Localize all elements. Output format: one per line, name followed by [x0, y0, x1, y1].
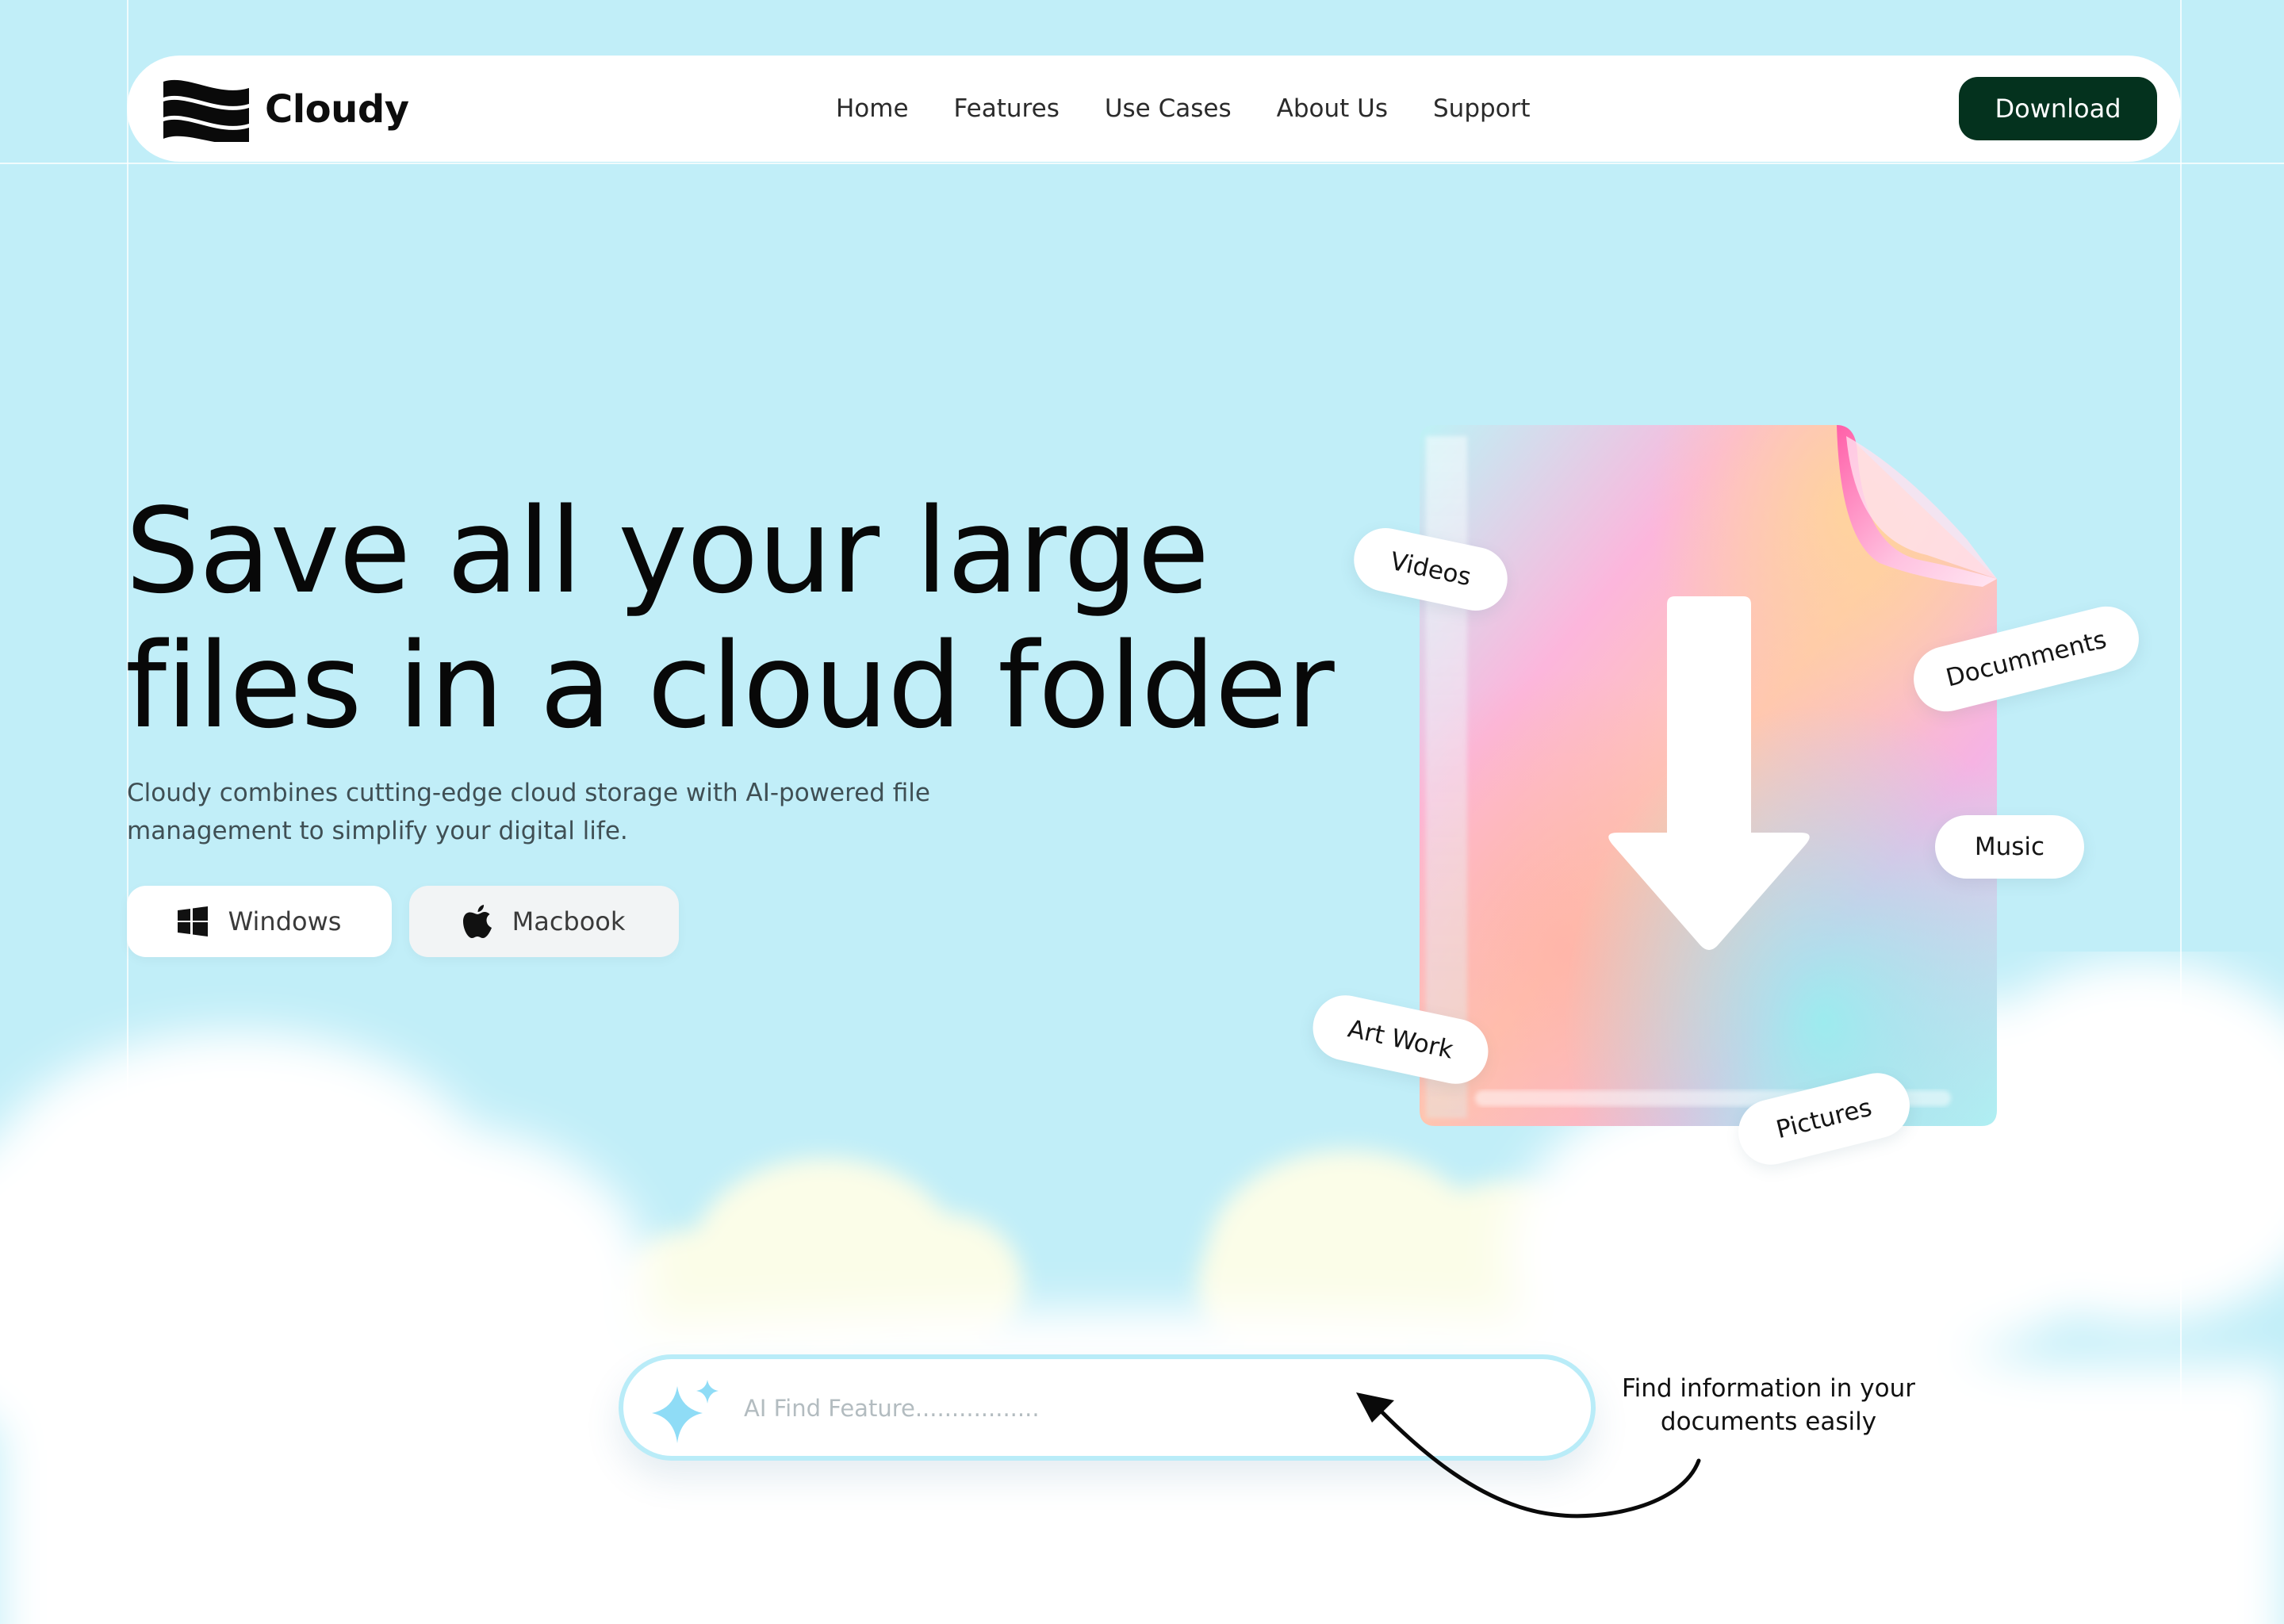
macbook-button-label: Macbook — [512, 906, 626, 936]
windows-button-label: Windows — [228, 906, 342, 936]
nav-link-about-us[interactable]: About Us — [1277, 94, 1388, 123]
hero-subtitle: Cloudy combines cutting-edge cloud stora… — [127, 779, 930, 845]
apple-icon — [462, 905, 492, 938]
hero-title-line-1: Save all your large — [125, 483, 1209, 619]
logo[interactable]: Cloudy — [162, 78, 409, 142]
nav-link-home[interactable]: Home — [836, 94, 909, 123]
hero-title-line-2: files in a cloud folder — [125, 618, 1335, 754]
windows-download-button[interactable]: Windows — [127, 886, 392, 957]
hero-title: Save all your large files in a cloud fol… — [125, 484, 1362, 753]
nav-link-use-cases[interactable]: Use Cases — [1105, 94, 1232, 123]
nav-links: Home Features Use Cases About Us Support — [836, 56, 1531, 162]
sparkle-icon — [652, 1380, 719, 1443]
tag-music: Music — [1935, 815, 2084, 879]
download-file-illustration — [1420, 425, 1997, 1126]
curved-arrow-icon — [1356, 1392, 1701, 1519]
download-button[interactable]: Download — [1959, 77, 2157, 140]
nav-link-support[interactable]: Support — [1433, 94, 1531, 123]
cloudy-logo-icon — [163, 79, 249, 142]
windows-icon — [177, 906, 208, 936]
nav-link-features[interactable]: Features — [954, 94, 1060, 123]
guide-line-top — [0, 163, 2284, 164]
brand-name: Cloudy — [265, 87, 409, 132]
macbook-download-button[interactable]: Macbook — [409, 886, 679, 957]
navbar: Cloudy Home Features Use Cases About Us … — [127, 56, 2181, 162]
